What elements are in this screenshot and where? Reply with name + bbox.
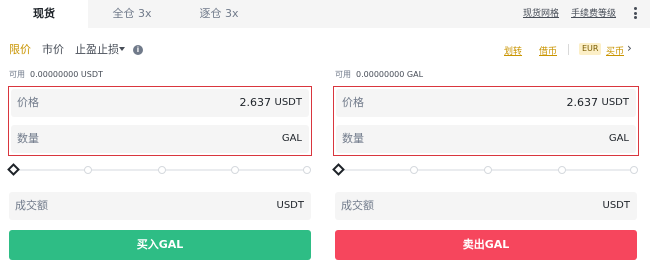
price-value[interactable]: 2.637 <box>240 89 272 117</box>
buy-price-input[interactable]: 价格 2.637 USDT <box>11 89 309 117</box>
total-unit: USDT <box>276 200 304 211</box>
available-value: 0.00000000 GAL <box>356 70 424 79</box>
currency-badge[interactable]: EUR <box>579 43 602 55</box>
sell-button[interactable]: 卖出GAL <box>335 230 637 260</box>
order-type-stop[interactable]: 止盈止损 <box>75 42 119 58</box>
transfer-link[interactable]: 划转 <box>504 44 522 57</box>
sell-total-input[interactable]: 成交额 USDT <box>335 192 637 220</box>
fee-level-link[interactable]: 手续费等级 <box>571 0 616 28</box>
tab-isolated-margin[interactable]: 逐仓 3x <box>187 0 251 28</box>
borrow-link[interactable]: 借币 <box>539 44 557 57</box>
slider-mark-50[interactable] <box>484 166 492 174</box>
chevron-right-icon[interactable]: › <box>627 41 632 55</box>
buy-amount-slider[interactable] <box>7 163 312 176</box>
buy-quantity-input[interactable]: 数量 GAL <box>11 125 309 153</box>
quantity-unit: GAL <box>608 133 629 144</box>
trade-tab-bar: 现货 全仓 3x 逐仓 3x 现货网格 手续费等级 <box>0 0 650 28</box>
buy-available: 可用 0.00000000 USDT <box>9 69 103 80</box>
slider-mark-100[interactable] <box>303 166 311 174</box>
quantity-label: 数量 <box>17 132 39 145</box>
slider-mark-75[interactable] <box>558 166 566 174</box>
buy-button[interactable]: 买入GAL <box>9 230 311 260</box>
slider-mark-100[interactable] <box>630 166 638 174</box>
buy-crypto-link[interactable]: 买币 <box>606 44 624 57</box>
quantity-unit: GAL <box>281 133 302 144</box>
total-label: 成交额 <box>15 199 48 212</box>
more-vertical-icon[interactable] <box>634 7 638 21</box>
sell-quantity-input[interactable]: 数量 GAL <box>336 125 636 153</box>
price-label: 价格 <box>342 96 364 109</box>
order-type-limit[interactable]: 限价 <box>9 42 31 58</box>
total-label: 成交额 <box>341 199 374 212</box>
slider-thumb[interactable] <box>332 163 345 176</box>
tab-spot[interactable]: 现货 <box>0 0 88 28</box>
available-value: 0.00000000 USDT <box>30 70 103 79</box>
spot-grid-link[interactable]: 现货网格 <box>523 0 559 28</box>
slider-mark-25[interactable] <box>410 166 418 174</box>
order-type-market[interactable]: 市价 <box>42 42 64 58</box>
sell-amount-slider[interactable] <box>332 163 639 176</box>
price-value[interactable]: 2.637 <box>567 89 599 117</box>
caret-down-icon[interactable] <box>119 47 125 51</box>
price-unit: USDT <box>274 97 302 108</box>
price-unit: USDT <box>601 97 629 108</box>
slider-mark-25[interactable] <box>84 166 92 174</box>
price-label: 价格 <box>17 96 39 109</box>
quantity-label: 数量 <box>342 132 364 145</box>
slider-thumb[interactable] <box>7 163 20 176</box>
sell-price-input[interactable]: 价格 2.637 USDT <box>336 89 636 117</box>
buy-total-input[interactable]: 成交额 USDT <box>9 192 311 220</box>
available-label: 可用 <box>335 70 351 79</box>
sell-available: 可用 0.00000000 GAL <box>335 69 423 80</box>
available-label: 可用 <box>9 70 25 79</box>
tab-cross-margin[interactable]: 全仓 3x <box>100 0 164 28</box>
divider <box>568 44 569 55</box>
info-icon[interactable]: i <box>133 45 143 55</box>
total-unit: USDT <box>602 200 630 211</box>
slider-mark-75[interactable] <box>231 166 239 174</box>
slider-mark-50[interactable] <box>158 166 166 174</box>
